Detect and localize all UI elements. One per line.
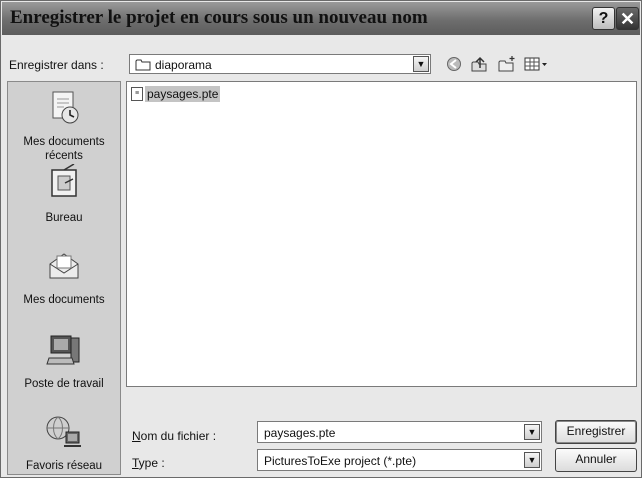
chevron-down-icon[interactable]: ▼ xyxy=(524,452,540,468)
place-label-my-documents: Mes documents xyxy=(23,294,105,306)
up-folder-icon[interactable] xyxy=(469,55,489,73)
file-list[interactable]: ≡ paysages.pte xyxy=(126,81,637,387)
place-desktop[interactable]: Bureau xyxy=(8,163,120,225)
save-button[interactable]: Enregistrer xyxy=(555,420,637,444)
filetype-dropdown[interactable]: PicturesToExe project (*.pte) ▼ xyxy=(257,449,542,471)
title-bar[interactable]: Enregistrer le projet en cours sous un n… xyxy=(2,2,640,35)
save-in-value: diaporama xyxy=(155,58,212,72)
save-as-dialog: Enregistrer le projet en cours sous un n… xyxy=(0,0,642,478)
my-computer-icon xyxy=(46,335,80,365)
place-my-documents[interactable]: Mes documents xyxy=(8,246,120,307)
place-label-network: Favoris réseau xyxy=(25,460,103,472)
back-icon[interactable] xyxy=(444,55,464,73)
desktop-icon xyxy=(51,163,77,197)
dialog-title: Enregistrer le projet en cours sous un n… xyxy=(10,7,428,28)
help-icon: ? xyxy=(598,10,609,27)
help-button[interactable]: ? xyxy=(592,7,615,30)
close-button[interactable]: ✕ xyxy=(616,7,639,30)
pte-file-icon: ≡ xyxy=(131,87,143,101)
filename-input[interactable]: paysages.pte ▼ xyxy=(257,421,542,443)
chevron-down-icon[interactable]: ▼ xyxy=(413,56,429,72)
place-label-my-computer: Poste de travail xyxy=(24,378,104,390)
chevron-down-icon[interactable]: ▼ xyxy=(524,424,540,440)
filetype-value: PicturesToExe project (*.pte) xyxy=(264,454,417,468)
place-label-desktop: Bureau xyxy=(45,212,83,224)
folder-icon xyxy=(135,59,151,71)
my-documents-icon xyxy=(49,253,79,279)
filetype-label: Type : xyxy=(132,456,165,470)
places-bar: Mes documents récents Bureau Mes documen… xyxy=(7,81,121,475)
place-label-recent-documents: Mes documents récents xyxy=(23,136,105,162)
close-icon: ✕ xyxy=(619,9,636,29)
place-recent-documents[interactable]: Mes documents récents xyxy=(8,88,120,163)
new-folder-icon[interactable] xyxy=(497,55,517,73)
views-menu-icon[interactable] xyxy=(523,55,551,73)
place-network[interactable]: Favoris réseau xyxy=(8,412,120,473)
save-in-label: Enregistrer dans : xyxy=(9,58,104,72)
filename-label: Nom du fichier : xyxy=(132,429,217,443)
cancel-button[interactable]: Annuler xyxy=(555,448,637,472)
network-places-icon xyxy=(46,416,81,447)
file-name: paysages.pte xyxy=(145,86,221,102)
filename-value: paysages.pte xyxy=(264,426,336,440)
recent-documents-icon xyxy=(52,91,79,124)
save-in-dropdown[interactable]: diaporama ▼ xyxy=(129,54,431,74)
place-my-computer[interactable]: Poste de travail xyxy=(8,330,120,391)
